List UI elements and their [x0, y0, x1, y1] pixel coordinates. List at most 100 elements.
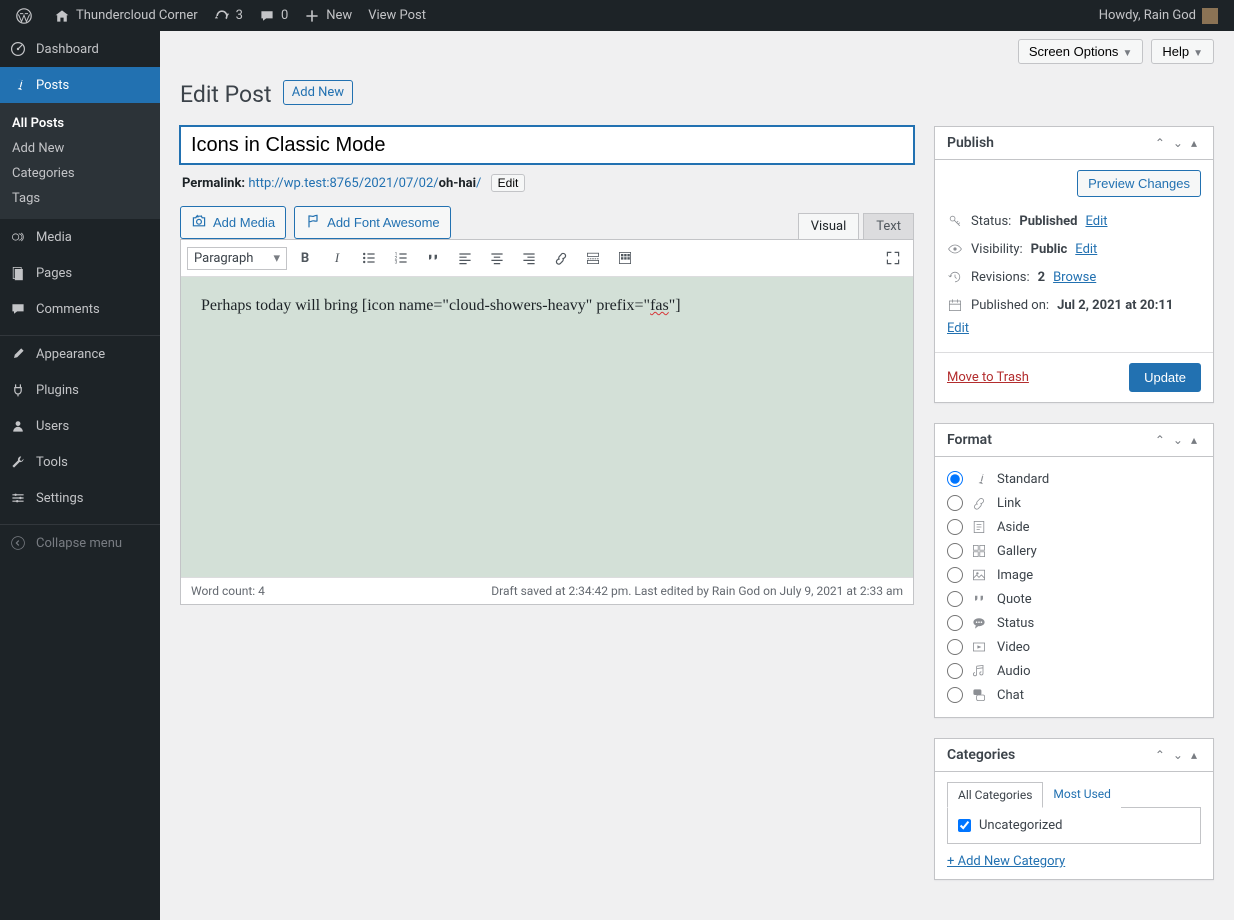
format-label: Audio [997, 664, 1030, 679]
new-content-link[interactable]: New [296, 0, 360, 31]
category-checkbox-uncategorized[interactable] [958, 819, 971, 832]
format-radio-link[interactable] [947, 495, 963, 511]
submenu-all-posts[interactable]: All Posts [0, 111, 160, 136]
word-count: Word count: 4 [191, 584, 265, 598]
sidebar-item-tools[interactable]: Tools [0, 444, 160, 480]
sidebar-item-pages[interactable]: Pages [0, 255, 160, 291]
sidebar-item-settings[interactable]: Settings [0, 480, 160, 516]
format-radio-audio[interactable] [947, 663, 963, 679]
edit-permalink-button[interactable]: Edit [491, 174, 526, 192]
sidebar-label: Comments [36, 302, 100, 317]
screen-options-button[interactable]: Screen Options▼ [1018, 39, 1144, 64]
account-link[interactable]: Howdy, Rain God [1091, 0, 1226, 31]
sidebar-item-users[interactable]: Users [0, 408, 160, 444]
blockquote-button[interactable] [419, 244, 447, 272]
view-post-link[interactable]: View Post [360, 0, 434, 31]
sliders-icon [8, 488, 28, 508]
align-center-button[interactable] [483, 244, 511, 272]
move-down-icon[interactable]: ⌄ [1169, 748, 1187, 762]
published-on-value: Jul 2, 2021 at 20:11 [1057, 298, 1173, 313]
wp-logo[interactable] [8, 0, 46, 31]
format-radio-video[interactable] [947, 639, 963, 655]
edit-date-link[interactable]: Edit [947, 321, 969, 336]
preview-changes-button[interactable]: Preview Changes [1077, 170, 1201, 197]
history-icon [947, 269, 963, 285]
format-radio-aside[interactable] [947, 519, 963, 535]
bold-button[interactable]: B [291, 244, 319, 272]
format-title: Format [947, 432, 1151, 448]
move-up-icon[interactable]: ⌃ [1151, 433, 1169, 447]
link-button[interactable] [547, 244, 575, 272]
format-radio-standard[interactable] [947, 471, 963, 487]
sidebar-item-media[interactable]: Media [0, 219, 160, 255]
move-up-icon[interactable]: ⌃ [1151, 136, 1169, 150]
submenu-add-new[interactable]: Add New [0, 136, 160, 161]
all-categories-tab[interactable]: All Categories [947, 782, 1043, 808]
read-more-button[interactable] [579, 244, 607, 272]
sidebar-label: Dashboard [36, 42, 99, 57]
format-radio-chat[interactable] [947, 687, 963, 703]
edit-visibility-link[interactable]: Edit [1075, 242, 1097, 257]
sidebar-item-appearance[interactable]: Appearance [0, 336, 160, 372]
add-media-button[interactable]: Add Media [180, 206, 286, 239]
publish-title: Publish [947, 135, 1151, 151]
format-radio-quote[interactable] [947, 591, 963, 607]
add-font-awesome-button[interactable]: Add Font Awesome [294, 206, 451, 239]
sidebar-item-dashboard[interactable]: Dashboard [0, 31, 160, 67]
fullscreen-button[interactable] [879, 244, 907, 272]
update-button[interactable]: Update [1129, 363, 1201, 392]
format-radio-gallery[interactable] [947, 543, 963, 559]
updates-count: 3 [236, 8, 243, 23]
editor-status-bar: Word count: 4 Draft saved at 2:34:42 pm.… [181, 577, 913, 604]
sidebar-item-plugins[interactable]: Plugins [0, 372, 160, 408]
add-fa-label: Add Font Awesome [327, 215, 440, 230]
toggle-icon[interactable]: ▴ [1187, 433, 1201, 447]
edit-status-link[interactable]: Edit [1085, 214, 1107, 229]
format-select[interactable]: Paragraph [187, 247, 287, 270]
text-tab[interactable]: Text [863, 213, 914, 239]
add-new-category-link[interactable]: + Add New Category [947, 854, 1201, 869]
post-title-input[interactable] [180, 126, 914, 164]
site-name-link[interactable]: Thundercloud Corner [46, 0, 206, 31]
add-new-button[interactable]: Add New [283, 80, 353, 105]
italic-button[interactable]: I [323, 244, 351, 272]
help-button[interactable]: Help▼ [1151, 39, 1214, 64]
publish-box: Publish ⌃ ⌄ ▴ Preview Changes Status: Pu… [934, 126, 1214, 403]
move-to-trash-link[interactable]: Move to Trash [947, 370, 1029, 385]
visibility-row: Visibility: Public Edit [947, 235, 1201, 263]
svg-text:3: 3 [395, 260, 398, 266]
move-up-icon[interactable]: ⌃ [1151, 748, 1169, 762]
sidebar-item-comments[interactable]: Comments [0, 291, 160, 327]
move-down-icon[interactable]: ⌄ [1169, 136, 1187, 150]
sidebar-item-posts[interactable]: Posts [0, 67, 160, 103]
submenu-categories[interactable]: Categories [0, 161, 160, 186]
sidebar-label: Settings [36, 491, 83, 506]
toggle-icon[interactable]: ▴ [1187, 136, 1201, 150]
sidebar-label: Tools [36, 455, 68, 470]
sidebar-collapse[interactable]: Collapse menu [0, 525, 160, 561]
browse-revisions-link[interactable]: Browse [1053, 270, 1096, 285]
toolbar-toggle-button[interactable] [611, 244, 639, 272]
align-left-button[interactable] [451, 244, 479, 272]
draft-status: Draft saved at 2:34:42 pm. Last edited b… [491, 584, 903, 598]
comments-link[interactable]: 0 [251, 0, 296, 31]
toggle-icon[interactable]: ▴ [1187, 748, 1201, 762]
format-radio-status[interactable] [947, 615, 963, 631]
move-down-icon[interactable]: ⌄ [1169, 433, 1187, 447]
revisions-count: 2 [1038, 270, 1045, 285]
format-label: Standard [997, 472, 1049, 487]
visual-tab[interactable]: Visual [798, 213, 860, 239]
submenu-tags[interactable]: Tags [0, 186, 160, 211]
sidebar-label: Posts [36, 78, 69, 93]
permalink-link[interactable]: http://wp.test:8765/2021/07/02/oh-hai/ [248, 176, 481, 191]
numbered-list-button[interactable]: 123 [387, 244, 415, 272]
bullet-list-button[interactable] [355, 244, 383, 272]
format-radio-image[interactable] [947, 567, 963, 583]
editor-textarea[interactable]: Perhaps today will bring [icon name="clo… [181, 277, 913, 577]
site-name-label: Thundercloud Corner [76, 8, 198, 23]
updates-link[interactable]: 3 [206, 0, 251, 31]
most-used-tab[interactable]: Most Used [1043, 782, 1121, 808]
status-label: Status: [971, 214, 1011, 229]
calendar-icon [947, 297, 963, 313]
align-right-button[interactable] [515, 244, 543, 272]
